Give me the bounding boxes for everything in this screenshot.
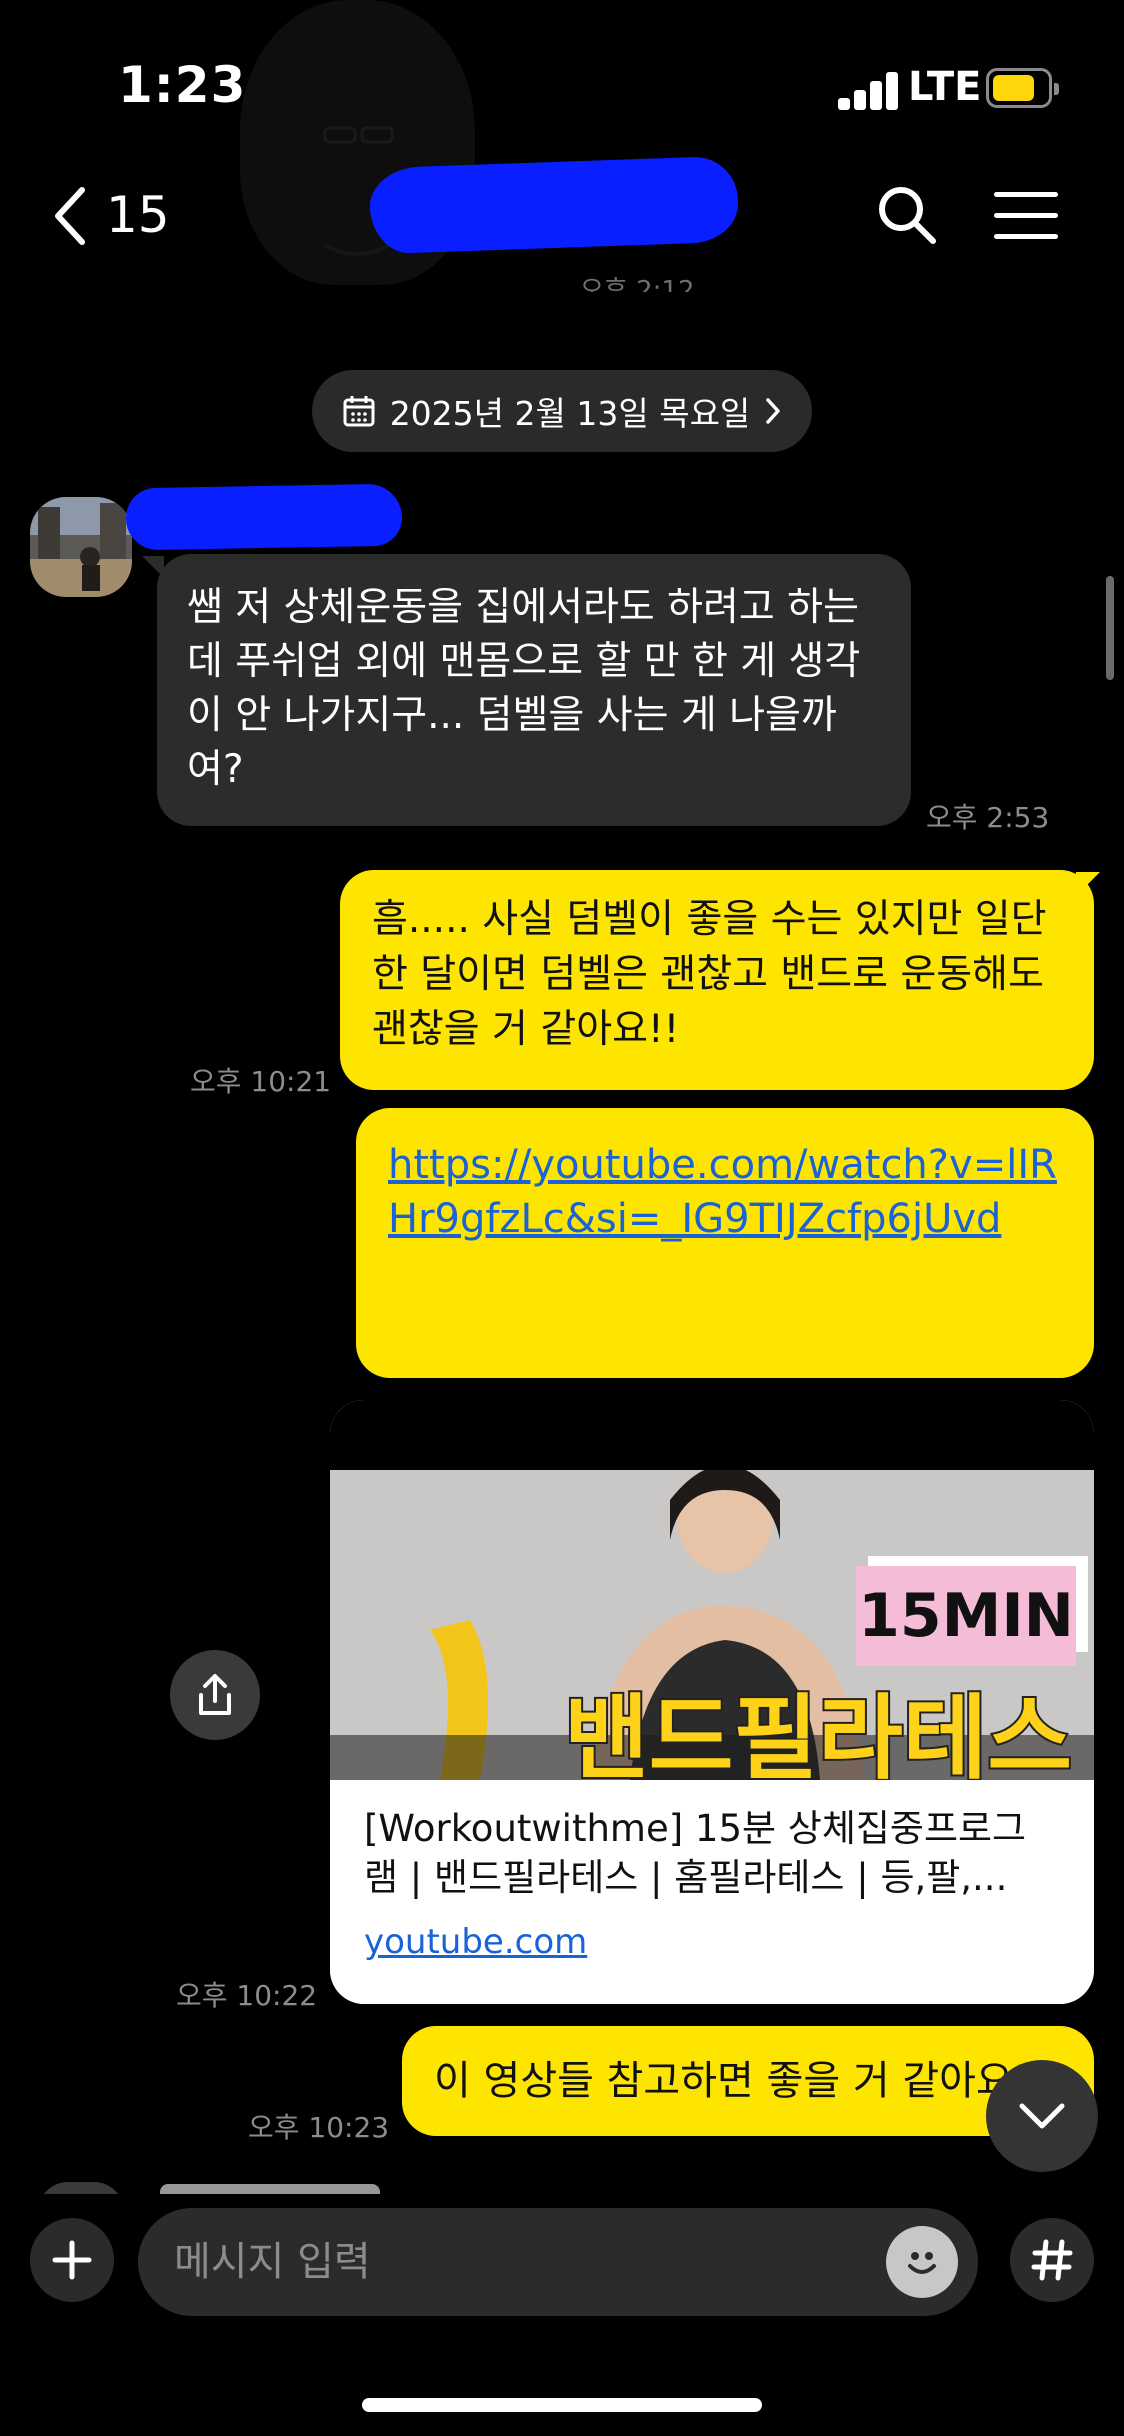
message-timestamp: 오후 10:22 xyxy=(176,1979,318,2012)
redacted-chat-title xyxy=(368,155,740,255)
preview-info: [Workoutwithme] 15분 상체집중프로그램 | 밴드필라테스 | … xyxy=(330,1780,1094,2004)
status-time: 1:23 xyxy=(118,56,247,114)
thumbnail-overlay-title: 밴드필라테스 xyxy=(564,1685,1072,1780)
share-button[interactable] xyxy=(170,1650,260,1740)
member-count: 15 xyxy=(106,186,170,244)
received-message-bubble[interactable]: 쌤 저 상체운동을 집에서라도 하려고 하는데 푸쉬업 외에 맨몸으로 할 만 … xyxy=(157,554,911,826)
message-timestamp: 오후 2:53 xyxy=(926,801,1050,834)
redacted-sender-name xyxy=(125,483,403,551)
youtube-link[interactable]: https://youtube.com/watch?v=lIRHr9gfzLc&… xyxy=(388,1142,1057,1242)
chevron-left-icon xyxy=(55,187,85,245)
thumbnail-badge-text: 15MIN xyxy=(858,1581,1074,1651)
cellular-signal-icon xyxy=(838,70,898,110)
date-divider[interactable]: 2025년 2월 13일 목요일 xyxy=(312,370,812,452)
video-thumbnail[interactable]: 15MIN 밴드필라테스 xyxy=(330,1470,1094,1780)
scroll-to-bottom-button[interactable] xyxy=(986,2060,1098,2172)
share-icon xyxy=(199,1674,231,1715)
message-input[interactable] xyxy=(138,2208,978,2316)
plus-icon xyxy=(52,2240,92,2280)
chevron-down-icon xyxy=(1019,2103,1065,2129)
search-icon xyxy=(879,187,936,244)
back-button[interactable] xyxy=(48,184,98,248)
scrollbar[interactable] xyxy=(1106,576,1114,680)
battery-icon xyxy=(986,68,1059,108)
hamburger-menu-button[interactable] xyxy=(994,192,1058,240)
calendar-icon xyxy=(343,396,375,427)
network-label: LTE xyxy=(908,64,982,110)
date-label: 2025년 2월 13일 목요일 xyxy=(389,394,751,433)
card-header-strip xyxy=(330,1400,1094,1470)
link-preview-card[interactable]: 15MIN 밴드필라테스 [Workoutwithme] 15분 상체집중프로그… xyxy=(330,1400,1094,2004)
home-indicator xyxy=(362,2398,762,2412)
search-button[interactable] xyxy=(876,184,938,246)
hidden-timestamp: 오후 2:12 xyxy=(580,276,695,292)
emoticon-button[interactable] xyxy=(886,2226,958,2298)
sent-link-bubble[interactable]: https://youtube.com/watch?v=lIRHr9gfzLc&… xyxy=(356,1108,1094,1378)
message-timestamp: 오후 10:23 xyxy=(248,2111,390,2144)
partially-hidden-message xyxy=(0,2170,1124,2194)
preview-domain[interactable]: youtube.com xyxy=(364,1922,1060,1962)
smiley-icon xyxy=(908,2252,936,2274)
message-timestamp: 오후 10:21 xyxy=(190,1065,332,1098)
chevron-right-icon xyxy=(766,398,781,424)
hashtag-icon xyxy=(1031,2239,1073,2281)
hamburger-menu-icon xyxy=(994,192,1058,197)
sent-message-bubble[interactable]: 흠..... 사실 덤벨이 좋을 수는 있지만 일단 한 달이면 덤벨은 괜찮고… xyxy=(340,870,1094,1090)
preview-title[interactable]: [Workoutwithme] 15분 상체집중프로그램 | 밴드필라테스 | … xyxy=(364,1804,1060,1902)
sender-avatar[interactable] xyxy=(30,497,132,597)
hashtag-search-button[interactable] xyxy=(1010,2218,1094,2302)
attach-button[interactable] xyxy=(30,2218,114,2302)
